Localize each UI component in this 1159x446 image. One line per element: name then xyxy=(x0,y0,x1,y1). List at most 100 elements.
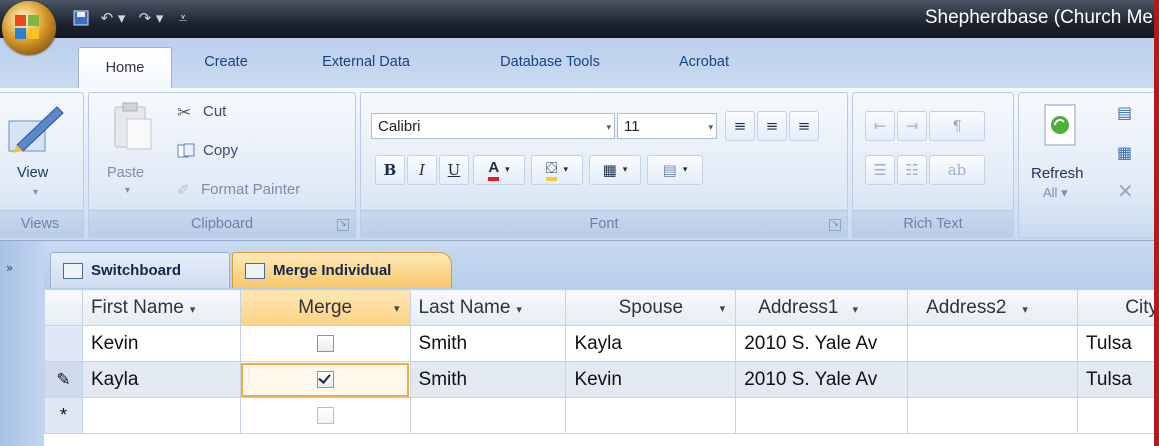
refresh-all-label[interactable]: All ▾ xyxy=(1043,185,1068,201)
decrease-indent-icon[interactable]: ⇤ xyxy=(865,111,895,141)
sort-filter-dropdown-icon[interactable]: ▾ xyxy=(720,302,726,315)
column-header-address1[interactable]: Address1 ▾ xyxy=(735,289,909,326)
cell-city[interactable] xyxy=(1077,397,1159,434)
italic-button[interactable]: I xyxy=(407,155,437,185)
cell-address2[interactable] xyxy=(907,361,1078,398)
new-record-marker[interactable]: * xyxy=(44,397,83,434)
tab-merge-individual[interactable]: Merge Individual xyxy=(232,252,452,288)
highlight-icon[interactable]: ab xyxy=(929,155,985,185)
office-button[interactable] xyxy=(2,1,56,55)
save-icon[interactable] xyxy=(70,8,92,28)
clipboard-launcher-icon[interactable]: ↘ xyxy=(337,219,349,231)
cell-address1[interactable] xyxy=(735,397,909,434)
column-header-merge[interactable]: Merge ▾ xyxy=(239,289,411,326)
table-row[interactable]: Kevin Smith Kayla 2010 S. Yale Av Tulsa xyxy=(44,325,1159,362)
navigation-pane-collapsed[interactable]: » xyxy=(0,241,45,446)
cell-last-name[interactable] xyxy=(409,397,567,434)
record-selector[interactable]: ✎ xyxy=(44,361,83,398)
cell-address1[interactable]: 2010 S. Yale Av xyxy=(735,325,909,362)
fill-color-dropdown-icon[interactable]: ▾ xyxy=(563,165,568,175)
view-dropdown-arrow-icon[interactable]: ▾ xyxy=(33,187,38,198)
font-color-button[interactable]: A ▾ xyxy=(473,155,525,185)
font-launcher-icon[interactable]: ↘ xyxy=(829,219,841,231)
tab-acrobat[interactable]: Acrobat xyxy=(656,47,752,77)
gridlines-button[interactable]: ▦ ▾ xyxy=(589,155,641,185)
align-right-icon[interactable]: ≡ xyxy=(789,111,819,141)
undo-icon[interactable]: ↶ ▾ xyxy=(96,8,130,28)
font-size-dropdown-icon[interactable]: ▾ xyxy=(708,114,713,140)
tab-external-data[interactable]: External Data xyxy=(296,47,436,77)
bullets-icon[interactable]: ☰ xyxy=(865,155,895,185)
sort-filter-dropdown-icon[interactable]: ▾ xyxy=(190,304,196,316)
refresh-button[interactable]: Refresh xyxy=(1031,165,1084,182)
cell-first-name[interactable]: Kevin xyxy=(81,325,241,362)
cell-spouse[interactable] xyxy=(565,397,737,434)
font-size-combo[interactable]: 11 ▾ xyxy=(617,113,717,139)
format-painter-button[interactable]: Format Painter xyxy=(201,181,300,198)
record-selector[interactable] xyxy=(44,325,83,362)
align-left-icon[interactable]: ≡ xyxy=(725,111,755,141)
tab-switchboard[interactable]: Switchboard xyxy=(50,252,230,288)
cell-first-name[interactable]: Kayla xyxy=(81,361,241,398)
sort-filter-dropdown-icon[interactable]: ▾ xyxy=(852,304,858,316)
cell-spouse[interactable]: Kayla xyxy=(565,325,737,362)
paste-dropdown-arrow-icon[interactable]: ▾ xyxy=(125,185,130,196)
tab-merge-individual-label: Merge Individual xyxy=(273,262,392,279)
cell-address2[interactable] xyxy=(907,325,1078,362)
column-header-address2[interactable]: Address2 ▾ xyxy=(907,289,1078,326)
cell-merge[interactable] xyxy=(239,361,411,398)
delete-record-icon[interactable]: ✕ xyxy=(1117,179,1134,203)
view-button[interactable]: View xyxy=(17,165,48,181)
align-center-icon[interactable]: ≡ xyxy=(757,111,787,141)
merge-checkbox[interactable] xyxy=(316,370,334,388)
cell-address2[interactable] xyxy=(907,397,1078,434)
tab-create[interactable]: Create xyxy=(184,47,268,77)
cut-button[interactable]: Cut xyxy=(203,103,226,120)
tab-home[interactable]: Home xyxy=(78,47,172,88)
gridlines-dropdown-icon[interactable]: ▾ xyxy=(623,165,628,175)
cell-merge[interactable] xyxy=(239,325,411,362)
sort-filter-dropdown-icon[interactable]: ▾ xyxy=(516,304,522,316)
bold-button[interactable]: B xyxy=(375,155,405,185)
font-color-dropdown-icon[interactable]: ▾ xyxy=(505,165,510,175)
numbering-icon[interactable]: ☷ xyxy=(897,155,927,185)
fill-color-button[interactable]: ⛋ ▾ xyxy=(531,155,583,185)
select-all-corner[interactable] xyxy=(44,289,83,326)
refresh-icon[interactable] xyxy=(1041,103,1081,149)
merge-checkbox[interactable] xyxy=(316,406,334,424)
cell-last-name[interactable]: Smith xyxy=(409,361,567,398)
redo-icon[interactable]: ↷ ▾ xyxy=(134,8,168,28)
merge-checkbox[interactable] xyxy=(316,334,334,352)
column-header-city[interactable]: City xyxy=(1077,289,1159,326)
alternate-fill-button[interactable]: ▤ ▾ xyxy=(647,155,703,185)
cell-address1[interactable]: 2010 S. Yale Av xyxy=(735,361,909,398)
increase-indent-icon[interactable]: ⇥ xyxy=(897,111,927,141)
copy-button[interactable]: Copy xyxy=(203,142,238,159)
column-header-last-name[interactable]: Last Name ▾ xyxy=(409,289,567,326)
cell-city[interactable]: Tulsa xyxy=(1077,325,1159,362)
cell-city[interactable]: Tulsa xyxy=(1077,361,1159,398)
paste-icon[interactable] xyxy=(111,101,155,159)
paste-button[interactable]: Paste xyxy=(107,165,144,181)
sort-filter-dropdown-icon[interactable]: ▾ xyxy=(394,302,400,315)
save-record-icon[interactable]: ▦ xyxy=(1117,143,1132,162)
font-name-combo[interactable]: Calibri ▾ xyxy=(371,113,615,139)
customize-icon[interactable]: ⩡ xyxy=(172,8,194,28)
tab-database-tools[interactable]: Database Tools xyxy=(470,47,630,77)
text-direction-icon[interactable]: ¶ xyxy=(929,111,985,141)
column-header-spouse[interactable]: Spouse ▾ xyxy=(565,289,737,326)
cell-merge[interactable] xyxy=(239,397,411,434)
cell-first-name[interactable] xyxy=(81,397,241,434)
underline-button[interactable]: U xyxy=(439,155,469,185)
view-design-icon[interactable] xyxy=(5,101,65,157)
table-row[interactable]: ✎ Kayla Smith Kevin 2010 S. Yale Av Tuls… xyxy=(44,361,1159,398)
alternate-fill-dropdown-icon[interactable]: ▾ xyxy=(683,165,688,175)
cell-spouse[interactable]: Kevin xyxy=(565,361,737,398)
new-record-row[interactable]: * xyxy=(44,397,1159,434)
font-name-dropdown-icon[interactable]: ▾ xyxy=(606,114,611,140)
sort-filter-dropdown-icon[interactable]: ▾ xyxy=(1022,304,1028,316)
column-header-first-name[interactable]: First Name ▾ xyxy=(81,289,241,326)
cell-last-name[interactable]: Smith xyxy=(409,325,567,362)
shutter-bar-open-icon[interactable]: » xyxy=(6,261,13,275)
new-record-icon[interactable]: ▤ xyxy=(1117,103,1132,122)
